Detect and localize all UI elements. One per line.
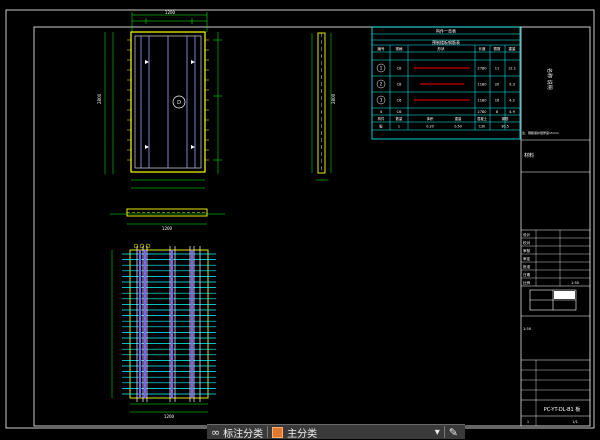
side-view: 2800 xyxy=(311,32,336,181)
edit-button[interactable]: ✎ xyxy=(445,425,465,439)
category-color-swatch xyxy=(272,426,284,438)
dim-width-top: 1200 xyxy=(165,10,176,15)
summary-cell: 0.50 xyxy=(454,125,462,129)
summary-header-cell: 钢筋 xyxy=(502,116,509,121)
table-cell: 1180 xyxy=(477,83,487,87)
table-header-cell: 根数 xyxy=(493,46,501,51)
table-cell: 8 xyxy=(496,110,499,114)
table-cell: 12.1 xyxy=(508,67,516,71)
summary-cell: 板 xyxy=(379,124,383,129)
summary-header-cell: 数量 xyxy=(396,116,403,121)
summary-header-cell: 构件 xyxy=(378,116,385,121)
table-cell: C8 xyxy=(397,67,403,71)
table-header-cell: 重量 xyxy=(508,46,516,51)
rebar-callout xyxy=(145,243,151,249)
annotation-category-label: 标注分类 xyxy=(223,428,264,440)
table-cell: 20 xyxy=(495,83,500,87)
rebar-plan xyxy=(122,243,216,402)
rebar-callout xyxy=(139,243,145,249)
table-header-cell: 长度 xyxy=(478,46,486,51)
bottom-toolbar: ∞ 标注分类 主分类 ▾ ✎ xyxy=(207,424,465,440)
page-number: 1 xyxy=(527,420,529,424)
sheet-border-outer xyxy=(5,9,595,429)
summary-header-cell: 体积 xyxy=(427,116,434,121)
table-cell: 4 xyxy=(380,110,383,114)
summary-cell: C30 xyxy=(479,125,486,129)
summary-cell: 0.20 xyxy=(426,125,434,129)
table-cell: 4.9 xyxy=(509,110,515,114)
section-label: 材料 xyxy=(524,152,534,159)
title-row-label: 设计 xyxy=(523,232,531,237)
table-title: 构件一览表 xyxy=(436,28,456,34)
dim-height-left: 2800 xyxy=(97,93,102,104)
summary-header-cell: 混凝土 xyxy=(477,116,488,121)
title-row-label: 日期 xyxy=(523,272,531,277)
main-category-button[interactable]: 主分类 xyxy=(268,425,321,440)
footer-cell: 1/1 xyxy=(572,420,578,424)
plan-view: 1200 2800 D xyxy=(97,10,222,189)
table-note: 注：钢筋保护层厚度15mm xyxy=(522,130,559,135)
edit-icon: ✎ xyxy=(448,425,458,439)
summary-header-cell: 重量 xyxy=(455,116,462,121)
table-header-cell: 规格 xyxy=(395,46,403,51)
section-view: 1200 xyxy=(110,208,225,231)
table-subtitle: 预制楼板钢筋表 xyxy=(432,39,460,45)
summary-cell: 30.5 xyxy=(501,125,509,129)
summary-cell: 1 xyxy=(398,125,400,129)
table-cell: 1180 xyxy=(477,99,487,103)
title-row-value: 1:50 xyxy=(571,281,580,285)
table-cell: 9.3 xyxy=(509,83,515,87)
table-cell: 11 xyxy=(495,67,500,71)
table-cell: 3 xyxy=(380,98,383,103)
table-cell: C6 xyxy=(397,99,403,103)
dim-width-bottom: 1200 xyxy=(164,414,175,419)
table-cell: 1 xyxy=(380,66,383,71)
main-category-label: 主分类 xyxy=(287,428,318,440)
title-row-label: 审定 xyxy=(523,256,531,261)
table-cell: 2 xyxy=(380,82,383,87)
dim-height-right: 2800 xyxy=(331,93,336,104)
side-title: 名称 说明 xyxy=(546,68,553,90)
title-row-label: 批准 xyxy=(523,264,531,269)
table-cell: 2780 xyxy=(477,110,487,114)
dim-width-section: 1200 xyxy=(162,226,173,231)
table-header-cell: 编号 xyxy=(377,46,385,51)
table-cell: 2780 xyxy=(477,67,487,71)
title-row-label: 校对 xyxy=(523,240,531,245)
rebar-callout xyxy=(133,243,139,249)
table-cell: C8 xyxy=(397,83,403,87)
annotation-category-button[interactable]: ∞ 标注分类 xyxy=(207,425,267,440)
table-cell: 16 xyxy=(495,99,500,103)
table-cell: 4.2 xyxy=(509,99,515,103)
title-row-label: 比例 xyxy=(523,280,531,285)
table-cell: C6 xyxy=(397,110,403,114)
plan-marker-label: D xyxy=(177,100,181,106)
table-header-cell: 形状 xyxy=(437,46,445,51)
sheet-code: 1:50 xyxy=(523,327,532,331)
rebar-schedule-table: 构件一览表 预制楼板钢筋表 编号 规格 形状 长度 根数 重量 1 C8 278… xyxy=(371,26,559,140)
cad-drawing-canvas[interactable]: 1200 2800 D 1200 2800 1200 构件一览表 预制楼板钢筋表… xyxy=(0,0,600,438)
link-icon: ∞ xyxy=(211,425,221,439)
category-dropdown[interactable]: ▾ xyxy=(431,425,444,439)
title-row-label: 审核 xyxy=(523,248,531,253)
sheet-title: PC-YT-DL-B1 板 xyxy=(544,406,581,413)
title-block: 名称 说明 材料 设计 校对 审核 审定 批准 日期 比例 1:50 1:50 xyxy=(520,27,590,426)
chevron-down-icon: ▾ xyxy=(434,426,440,438)
